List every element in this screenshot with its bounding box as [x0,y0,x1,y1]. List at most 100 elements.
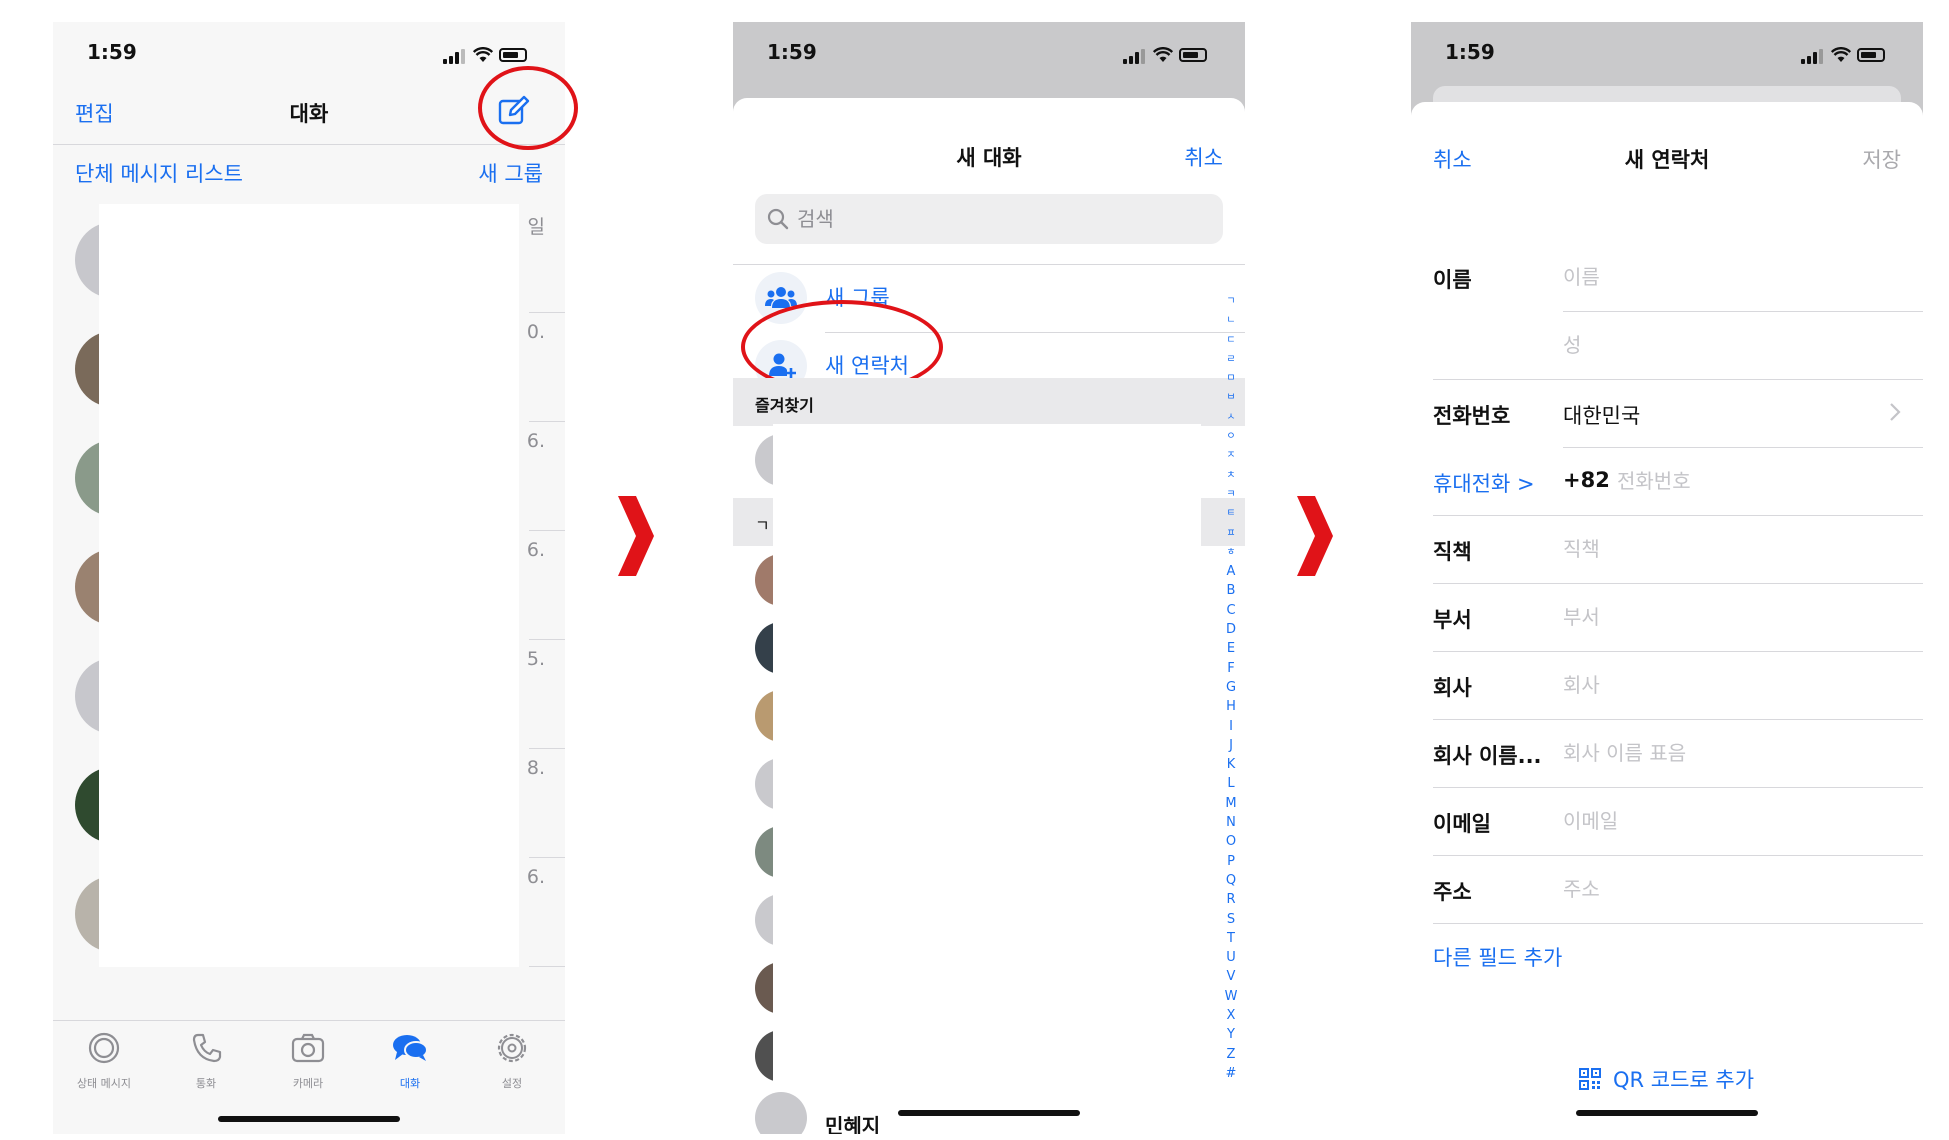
favorites-section-header: 즐겨찾기 [733,378,1245,426]
index-letter[interactable]: ㅈ [1221,446,1241,465]
wifi-icon [1153,47,1173,62]
index-letter[interactable]: ㅌ [1221,504,1241,523]
save-button[interactable]: 저장 [1862,144,1901,174]
index-letter[interactable]: J [1221,736,1241,755]
new-contact-screen: 1:59 취소 새 연락처 저장 이름 전화번호 대한민국 휴대전화 > +82… [1411,22,1923,1134]
index-letter[interactable]: L [1221,774,1241,793]
search-input[interactable] [797,202,1177,236]
index-letter[interactable]: ㄹ [1221,350,1241,369]
chat-timestamp: 6. [526,539,545,561]
redacted-content [99,749,519,858]
country-row[interactable]: 전화번호 대한민국 [1433,380,1923,448]
tab-camera[interactable]: 카메라 [257,1029,359,1091]
index-letter[interactable]: V [1221,967,1241,986]
index-letter[interactable]: E [1221,639,1241,658]
index-letter[interactable]: S [1221,910,1241,929]
index-letter[interactable]: ㅎ [1221,543,1241,562]
phone-type-selector[interactable]: 휴대전화 > [1433,468,1535,498]
section-header-label: ㄱ [755,516,770,535]
index-letter[interactable]: P [1221,852,1241,871]
index-letter[interactable]: C [1221,601,1241,620]
index-letter[interactable]: F [1221,659,1241,678]
index-letter[interactable]: U [1221,948,1241,967]
tab-label: 통화 [195,1077,217,1090]
tab-settings[interactable]: 설정 [461,1029,563,1091]
home-indicator [218,1116,400,1122]
index-letter[interactable]: A [1221,562,1241,581]
home-indicator [898,1110,1080,1116]
index-letter[interactable]: H [1221,697,1241,716]
chat-row[interactable]: 6. [53,422,565,531]
chat-timestamp: 6. [526,430,545,452]
phone-number-input[interactable] [1617,462,1917,500]
company-phonetic-input[interactable] [1563,734,1863,772]
add-via-qr-button[interactable]: QR 코드로 추가 [1579,1064,1754,1094]
email-input[interactable] [1563,802,1863,840]
section-index[interactable]: ㄱㄴㄷㄹㅁㅂㅅㅇㅈㅊㅋㅌㅍㅎABCDEFGHIJKLMNOPQRSTUVWXYZ… [1221,292,1241,1083]
contact-name: 민혜지 [825,1114,881,1134]
new-chat-screen: 1:59 새 대화 취소 새 그룹 새 연락처 즐겨찾기 ㄱ [733,22,1245,1134]
index-letter[interactable]: ㅂ [1221,388,1241,407]
add-field-button[interactable]: 다른 필드 추가 [1433,942,1562,972]
index-letter[interactable]: N [1221,813,1241,832]
department-input[interactable] [1563,598,1863,636]
index-letter[interactable]: O [1221,832,1241,851]
search-icon [767,208,789,230]
cancel-button[interactable]: 취소 [1184,142,1223,172]
battery-icon [1179,48,1207,62]
index-letter[interactable]: ㄱ [1221,292,1241,311]
index-letter[interactable]: R [1221,890,1241,909]
tab-status[interactable]: 상태 메시지 [53,1029,155,1091]
company-phonetic-row: 회사 이름... [1433,720,1923,788]
search-field[interactable] [755,194,1223,244]
country-code: +82 [1563,468,1610,492]
redacted-content [99,858,519,967]
country-value: 대한민국 [1563,404,1641,428]
index-letter[interactable]: ㄷ [1221,331,1241,350]
job-title-input[interactable] [1563,530,1863,568]
chat-row[interactable]: 6. [53,858,565,967]
status-icon [88,1032,120,1064]
index-letter[interactable]: K [1221,755,1241,774]
index-letter[interactable]: ㅁ [1221,369,1241,388]
first-name-input[interactable] [1563,258,1863,296]
index-letter[interactable]: ㅅ [1221,408,1241,427]
index-letter[interactable]: ㅋ [1221,485,1241,504]
new-group-link[interactable]: 새 그룹 [478,158,543,188]
index-letter[interactable]: # [1221,1064,1241,1083]
tab-chats[interactable]: 대화 [359,1029,461,1091]
last-name-row [1433,312,1923,380]
company-row: 회사 [1433,652,1923,720]
field-label: 회사 [1433,676,1472,700]
address-input[interactable] [1563,870,1863,908]
chat-row[interactable]: 일 [53,204,565,313]
index-letter[interactable]: X [1221,1006,1241,1025]
chat-row[interactable]: 0. [53,313,565,422]
chat-row[interactable]: 5. [53,640,565,749]
index-letter[interactable]: T [1221,929,1241,948]
index-letter[interactable]: M [1221,794,1241,813]
tab-calls[interactable]: 통화 [155,1029,257,1091]
index-letter[interactable]: W [1221,987,1241,1006]
battery-icon [499,48,527,62]
index-letter[interactable]: ㅊ [1221,466,1241,485]
index-letter[interactable]: Y [1221,1025,1241,1044]
index-letter[interactable]: I [1221,717,1241,736]
section-header-label: 즐겨찾기 [755,396,814,415]
status-icons [1801,46,1887,64]
index-letter[interactable]: G [1221,678,1241,697]
index-letter[interactable]: B [1221,581,1241,600]
index-letter[interactable]: ㄴ [1221,311,1241,330]
job-title-row: 직책 [1433,516,1923,584]
index-letter[interactable]: Q [1221,871,1241,890]
index-letter[interactable]: Z [1221,1045,1241,1064]
phone-icon [192,1033,222,1063]
last-name-input[interactable] [1563,326,1863,364]
chat-row[interactable]: 8. [53,749,565,858]
company-input[interactable] [1563,666,1863,704]
broadcast-lists-link[interactable]: 단체 메시지 리스트 [75,158,243,188]
chat-row[interactable]: 6. [53,531,565,640]
index-letter[interactable]: ㅇ [1221,427,1241,446]
index-letter[interactable]: ㅍ [1221,524,1241,543]
index-letter[interactable]: D [1221,620,1241,639]
